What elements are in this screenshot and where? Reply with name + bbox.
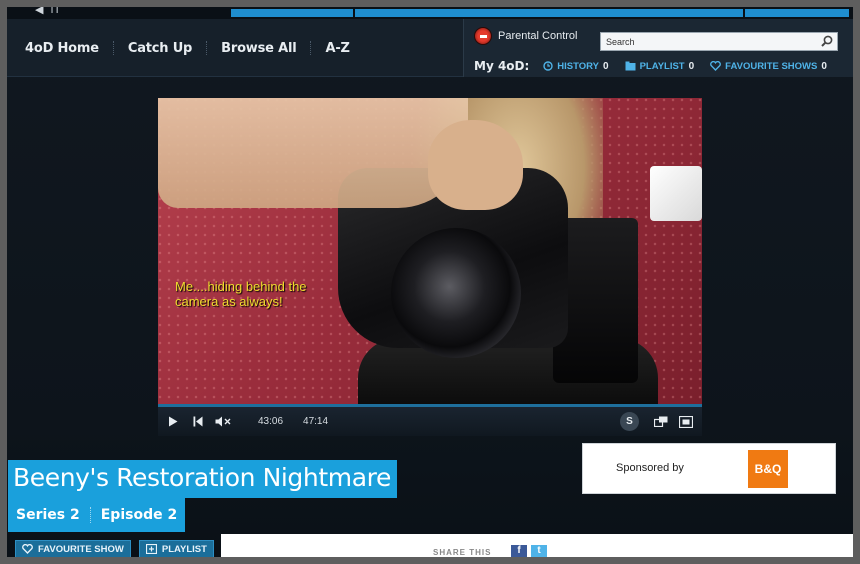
favourite-shows-label: FAVOURITE SHOWS [725, 60, 818, 72]
favourite-show-button[interactable]: FAVOURITE SHOW [15, 540, 131, 557]
share-bar: SHARE THIS f t [221, 534, 853, 557]
nav-catch-up[interactable]: Catch Up [114, 41, 206, 56]
my-4od-title: My 4oD: [474, 59, 530, 73]
channel-logo-fragment: ◀ ıı [35, 4, 61, 16]
playlist-count: 0 [688, 60, 695, 72]
search-input[interactable] [601, 33, 811, 50]
history-link[interactable]: HISTORY 0 [543, 60, 609, 72]
show-actions: FAVOURITE SHOW PLAYLIST [15, 540, 214, 557]
top-strip: ◀ ıı [7, 7, 853, 19]
current-time: 43:06 [258, 416, 284, 427]
nav-browse-all[interactable]: Browse All [207, 41, 310, 56]
video-scene-flash-head [650, 166, 702, 221]
parental-control-label: Parental Control [498, 30, 578, 42]
no-entry-icon [474, 27, 492, 45]
top-accent-bar [745, 9, 849, 17]
facebook-share-button[interactable]: f [511, 545, 527, 557]
caption-line: camera as always! [175, 294, 283, 309]
popout-button[interactable] [652, 407, 670, 436]
video-scene-arm [158, 98, 468, 208]
episode-info: Series 2 Episode 2 [8, 498, 186, 532]
play-button[interactable] [160, 407, 186, 436]
my-4od-bar: My 4oD: HISTORY 0 PLAYLIST 0 FAVOURITE S… [474, 59, 843, 73]
main-navigation: 4oD Home Catch Up Browse All A-Z [7, 19, 364, 77]
sponsor-logo: B&Q [748, 450, 788, 488]
user-panel: Parental Control My 4oD: HISTORY 0 [463, 19, 853, 77]
favourite-shows-count: 0 [821, 60, 827, 72]
video-frame[interactable]: Me....hiding behind the camera as always… [158, 98, 702, 404]
sponsor-label: Sponsored by [616, 462, 684, 474]
page-title: Beeny's Restoration Nightmare [8, 460, 397, 498]
heart-icon [710, 61, 722, 71]
history-label: HISTORY [557, 60, 599, 72]
mute-button[interactable] [210, 407, 236, 436]
share-label: SHARE THIS [433, 548, 492, 557]
sponsor-banner[interactable]: Sponsored by B&Q [582, 443, 836, 494]
search-icon[interactable] [821, 35, 833, 47]
video-player: Me....hiding behind the camera as always… [158, 98, 702, 436]
video-caption: Me....hiding behind the camera as always… [175, 279, 375, 309]
video-scene-lens [391, 228, 521, 358]
total-time: 47:14 [303, 416, 329, 427]
nav-a-z[interactable]: A-Z [311, 41, 363, 56]
parental-control-link[interactable]: Parental Control [474, 27, 578, 45]
skip-back-icon [193, 416, 203, 427]
add-to-playlist-button[interactable]: PLAYLIST [138, 540, 214, 557]
playlist-link[interactable]: PLAYLIST 0 [625, 60, 695, 72]
video-scene-hand [428, 120, 523, 210]
main-header: 4oD Home Catch Up Browse All A-Z Parenta… [7, 19, 853, 77]
episode-divider [89, 507, 91, 523]
series-label: Series 2 [16, 507, 80, 523]
heart-icon [22, 544, 33, 554]
subtitles-button[interactable]: S [620, 412, 639, 431]
folder-icon [625, 61, 636, 71]
twitter-share-button[interactable]: t [531, 545, 547, 557]
nav-4od-home[interactable]: 4oD Home [7, 41, 113, 56]
fullscreen-icon [679, 415, 693, 428]
history-count: 0 [603, 60, 609, 72]
popout-icon [654, 416, 668, 427]
fullscreen-button[interactable] [676, 407, 696, 436]
search-box [600, 32, 838, 51]
playlist-add-icon [145, 544, 157, 554]
play-icon [169, 416, 178, 427]
player-controls: 43:06 47:14 S [158, 407, 702, 436]
favourite-shows-link[interactable]: FAVOURITE SHOWS 0 [710, 61, 827, 72]
clock-icon [543, 61, 553, 71]
top-accent-bar [355, 9, 743, 17]
playlist-button-label: PLAYLIST [161, 543, 207, 555]
browser-frame: ◀ ıı 4oD Home Catch Up Browse All A-Z Pa… [0, 0, 860, 564]
episode-label: Episode 2 [100, 507, 178, 523]
volume-muted-icon [215, 416, 231, 427]
caption-line: Me....hiding behind the [175, 279, 307, 294]
favourite-show-label: FAVOURITE SHOW [38, 543, 124, 555]
restart-button[interactable] [186, 407, 210, 436]
top-accent-bar [231, 9, 353, 17]
playlist-label: PLAYLIST [639, 60, 685, 72]
